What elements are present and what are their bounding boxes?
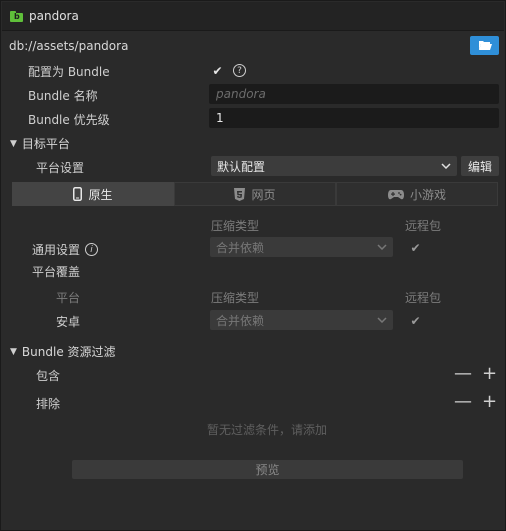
bundle-name-label: Bundle 名称	[28, 89, 98, 103]
general-compression-value: 合并依赖	[216, 240, 265, 255]
include-remove-icon[interactable]: —	[454, 365, 472, 383]
bundle-config-panel: b pandora db://assets/pandora 配置为 Bundle…	[0, 0, 506, 531]
general-settings-row-label: 通用设置 i	[32, 241, 99, 258]
gamepad-icon	[387, 189, 404, 199]
include-label: 包含	[36, 369, 61, 383]
resource-filter-header[interactable]: ▼ Bundle 资源过滤	[10, 343, 116, 360]
override-column-platform: 平台	[56, 291, 81, 305]
checkmark-icon: ✔	[410, 240, 421, 255]
chevron-down-icon: ▼	[10, 138, 17, 149]
tab-minigame[interactable]: 小游戏	[336, 182, 498, 206]
is-bundle-label: 配置为 Bundle	[28, 65, 110, 79]
override-compression-select[interactable]: 合并依赖	[210, 310, 393, 330]
open-folder-button[interactable]	[470, 36, 499, 55]
checkmark-icon: ✔	[212, 63, 223, 78]
panel-title: pandora	[29, 9, 79, 23]
mobile-icon	[73, 187, 83, 201]
general-settings-label: 通用设置	[32, 243, 81, 257]
panel-titlebar: b pandora	[2, 2, 504, 31]
override-compression-value: 合并依赖	[216, 313, 265, 328]
column-header-compression: 压缩类型	[211, 219, 260, 233]
bundle-priority-value: 1	[216, 111, 224, 125]
bundle-priority-input[interactable]: 1	[209, 108, 499, 128]
bundle-folder-icon: b	[10, 10, 23, 22]
info-icon[interactable]: i	[85, 243, 99, 256]
exclude-add-icon[interactable]: +	[482, 393, 497, 411]
bundle-priority-label: Bundle 优先级	[28, 113, 110, 127]
is-bundle-checkbox[interactable]: ✔	[211, 63, 224, 78]
resource-filter-label: Bundle 资源过滤	[21, 345, 116, 359]
target-platform-header[interactable]: ▼ 目标平台	[10, 135, 70, 152]
tab-web[interactable]: 网页	[174, 182, 336, 206]
chevron-down-icon	[441, 163, 451, 169]
filter-empty-hint: 暂无过滤条件，请添加	[207, 423, 328, 437]
platform-settings-value: 默认配置	[217, 159, 266, 174]
override-column-compression: 压缩类型	[211, 291, 260, 305]
edit-platform-button[interactable]: 编辑	[461, 156, 499, 176]
help-icon[interactable]: ?	[233, 64, 246, 77]
general-compression-select[interactable]: 合并依赖	[210, 237, 393, 257]
chevron-down-icon	[377, 317, 387, 323]
general-remote-checkbox[interactable]: ✔	[409, 240, 422, 255]
bundle-name-placeholder: pandora	[216, 87, 266, 101]
tab-native[interactable]: 原生	[12, 182, 174, 206]
platform-settings-select[interactable]: 默认配置	[211, 156, 457, 176]
folder-open-icon	[478, 41, 492, 50]
include-add-icon[interactable]: +	[482, 365, 497, 383]
override-remote-checkbox[interactable]: ✔	[409, 313, 422, 328]
checkmark-icon: ✔	[410, 313, 421, 328]
override-platform-android: 安卓	[56, 315, 81, 329]
chevron-down-icon	[377, 244, 387, 250]
override-column-remote: 远程包	[405, 291, 442, 305]
chevron-down-icon: ▼	[10, 346, 17, 357]
platform-tabs: 原生 网页 小游戏	[12, 182, 498, 206]
html5-icon	[234, 187, 246, 201]
column-header-remote: 远程包	[405, 219, 442, 233]
exclude-remove-icon[interactable]: —	[454, 393, 472, 411]
bundle-name-input[interactable]: pandora	[209, 84, 499, 104]
exclude-label: 排除	[36, 397, 61, 411]
platform-override-label: 平台覆盖	[32, 265, 81, 279]
preview-button[interactable]: 预览	[72, 460, 463, 479]
asset-path: db://assets/pandora	[9, 39, 129, 53]
platform-settings-label: 平台设置	[36, 161, 85, 175]
target-platform-label: 目标平台	[21, 137, 70, 151]
